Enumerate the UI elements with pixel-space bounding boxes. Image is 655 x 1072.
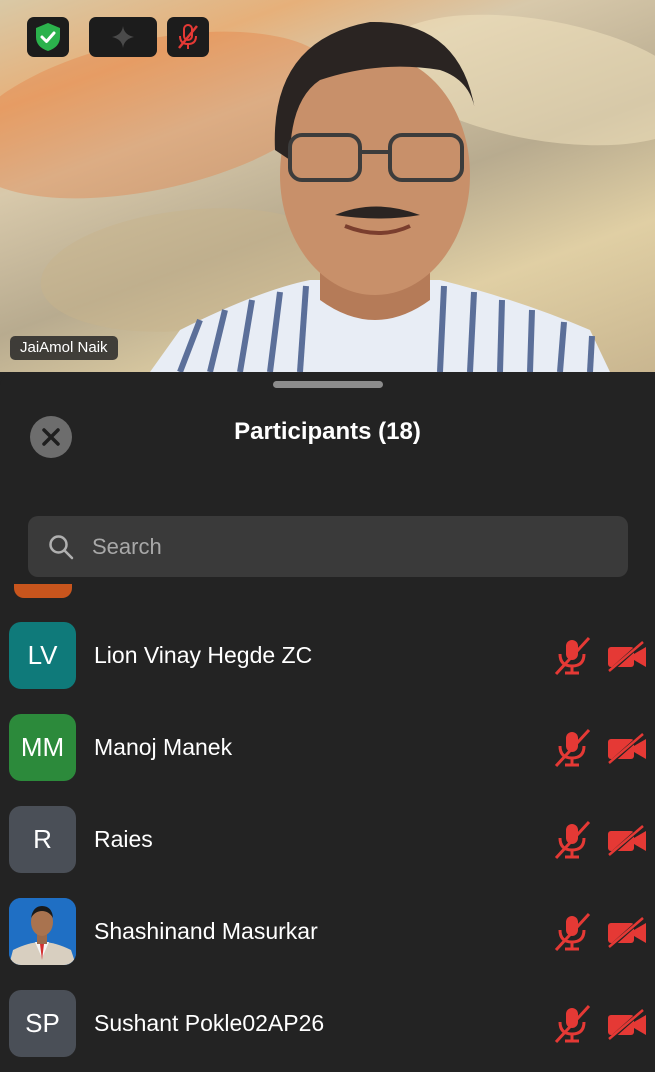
participant-name: Sushant Pokle02AP26	[94, 1010, 325, 1036]
avatar: LV	[9, 622, 76, 689]
mic-muted-icon[interactable]	[552, 636, 592, 676]
avatar-initials: LV	[27, 640, 58, 670]
mic-muted-icon[interactable]	[552, 820, 592, 860]
avatar-initials: MM	[20, 732, 65, 762]
participant-name: Raies	[94, 826, 153, 852]
effects-button[interactable]	[89, 17, 157, 57]
avatar: SP	[9, 990, 76, 1057]
video-off-icon[interactable]	[606, 916, 648, 950]
mic-muted-icon[interactable]	[552, 728, 592, 768]
participant-row[interactable]: R Raies	[0, 784, 655, 876]
mic-muted-icon	[178, 24, 198, 49]
participant-name: Lion Vinay Hegde ZC	[94, 642, 313, 668]
panel-title: Participants (18)	[234, 418, 421, 445]
search-icon	[49, 535, 74, 560]
participant-name: Shashinand Masurkar	[94, 918, 318, 944]
shield-check-icon	[36, 23, 60, 51]
participant-row[interactable]: LV Lion Vinay Hegde ZC	[0, 600, 655, 692]
avatar-initials: R	[33, 824, 52, 854]
video-off-icon[interactable]	[606, 1008, 648, 1042]
sparkle-icon	[112, 26, 134, 48]
speaker-figure	[150, 21, 610, 372]
avatar	[14, 584, 72, 598]
search-box[interactable]	[28, 516, 628, 577]
active-speaker-video[interactable]: JaiAmol Naik	[0, 0, 655, 372]
participant-row[interactable]: SP Sushant Pokle02AP26	[0, 968, 655, 1060]
avatar-initials: SP	[25, 1008, 60, 1038]
mic-muted-icon[interactable]	[552, 912, 592, 952]
speaker-name-tag: JaiAmol Naik	[10, 336, 118, 360]
profile-photo	[9, 898, 76, 965]
drag-handle[interactable]	[273, 381, 383, 388]
video-off-icon[interactable]	[606, 640, 648, 674]
participants-panel: Participants (18) LV Lion Vinay Hegde ZC	[0, 372, 655, 1072]
mic-muted-icon[interactable]	[552, 1004, 592, 1044]
video-off-icon[interactable]	[606, 732, 648, 766]
speaker-mic-status	[167, 17, 209, 57]
avatar: R	[9, 806, 76, 873]
security-shield-button[interactable]	[27, 17, 69, 57]
participant-row[interactable]: MM Manoj Manek	[0, 692, 655, 784]
avatar: MM	[9, 714, 76, 781]
avatar-photo	[9, 898, 76, 965]
video-off-icon[interactable]	[606, 824, 648, 858]
participant-name: Manoj Manek	[94, 734, 233, 760]
search-input[interactable]	[92, 516, 612, 577]
participant-row[interactable]: Shashinand Masurkar	[0, 876, 655, 968]
